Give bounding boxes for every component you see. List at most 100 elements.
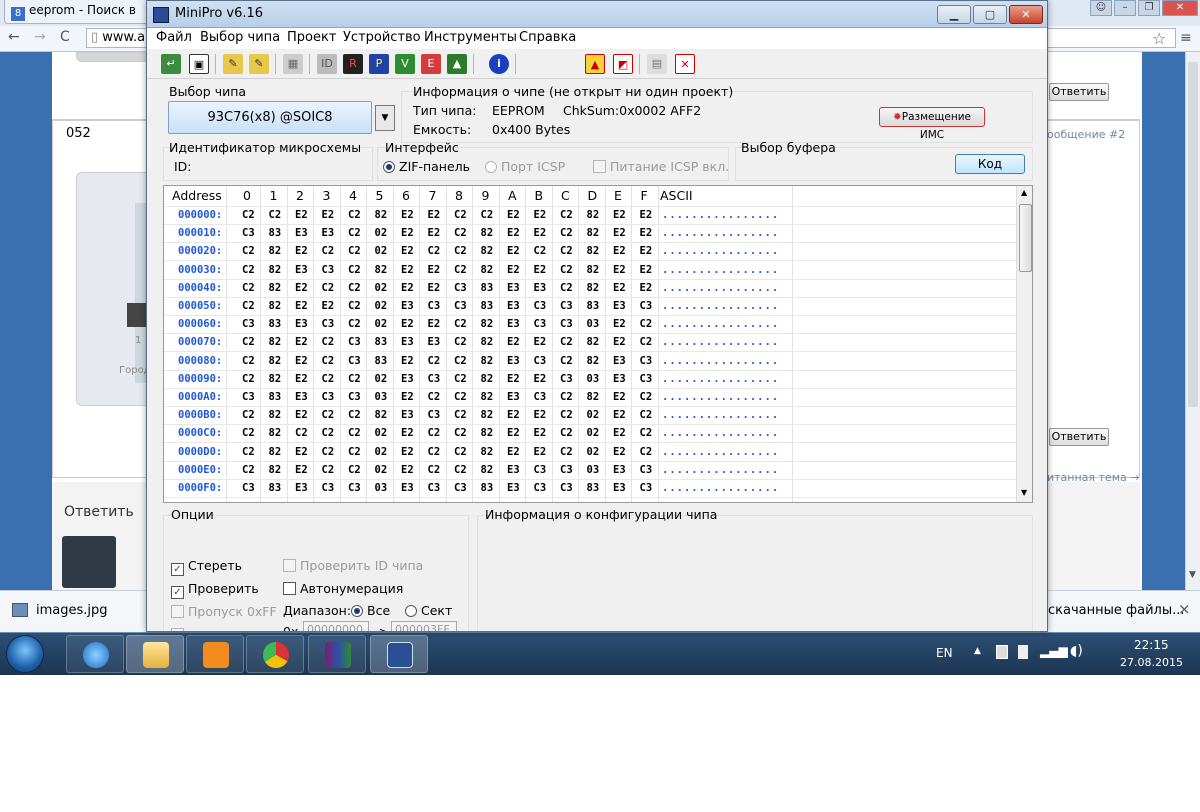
- hex-byte[interactable]: C2: [560, 391, 573, 403]
- bookmark-star-icon[interactable]: ☆: [1152, 29, 1166, 48]
- hex-byte[interactable]: C3: [428, 409, 441, 421]
- hex-byte[interactable]: C2: [454, 227, 467, 239]
- hex-byte[interactable]: E2: [295, 336, 308, 348]
- hex-row[interactable]: 0000A0: C3 83 E3 C3 C3 03 E2 C2 C2 82 E3 C3 C2 82 E2 C2.…: [164, 389, 1016, 407]
- hex-byte[interactable]: C2: [322, 464, 335, 476]
- back-arrow-icon[interactable]: ←: [8, 29, 20, 45]
- hex-row[interactable]: 000050: C2 82 E2 E2 C2 02 E3 C3 C3 83 E3 C3 C3 83 E3 C3.…: [164, 298, 1016, 316]
- hex-byte[interactable]: E3: [613, 300, 626, 312]
- close-icon[interactable]: ✕: [1009, 5, 1043, 24]
- hex-byte[interactable]: E3: [295, 482, 308, 494]
- hex-byte[interactable]: C3: [534, 391, 547, 403]
- hex-row[interactable]: 000040: C2 82 E2 C2 C2 02 E2 E2 C3 83 E3 E3 C2 82 E2 E2.…: [164, 280, 1016, 298]
- code-buffer-button[interactable]: Код: [955, 154, 1025, 174]
- chip-dropdown-arrow-icon[interactable]: ▼: [375, 105, 395, 131]
- hex-byte[interactable]: E2: [428, 227, 441, 239]
- hex-byte[interactable]: E3: [507, 391, 520, 403]
- hex-byte[interactable]: C2: [454, 373, 467, 385]
- action-center-icon[interactable]: [996, 645, 1008, 659]
- hex-byte[interactable]: 82: [481, 227, 494, 239]
- hex-byte[interactable]: C3: [640, 464, 653, 476]
- chip-select-button[interactable]: 93C76(x8) @SOIC8: [168, 101, 372, 134]
- hex-byte[interactable]: 83: [269, 227, 282, 239]
- hex-byte[interactable]: E2: [401, 282, 414, 294]
- menu-tools[interactable]: Инструменты: [424, 30, 517, 45]
- hex-byte[interactable]: 83: [375, 336, 388, 348]
- hex-byte[interactable]: 82: [269, 336, 282, 348]
- chrome-icon[interactable]: [246, 635, 304, 673]
- hex-byte[interactable]: 82: [587, 336, 600, 348]
- hex-byte[interactable]: C3: [242, 318, 255, 330]
- user-icon[interactable]: ☺: [1090, 0, 1112, 16]
- hex-byte[interactable]: C2: [560, 446, 573, 458]
- browser-scroll-down-icon[interactable]: ▼: [1189, 570, 1196, 580]
- clock-date[interactable]: 27.08.2015: [1120, 656, 1183, 669]
- calculator-icon[interactable]: ▦: [283, 54, 303, 74]
- hex-row[interactable]: 000070: C2 82 E2 C2 C3 83 E3 E3 C2 82 E2 E2 C2 82 E2 C2.…: [164, 334, 1016, 353]
- erase-checkbox[interactable]: ✓ Стереть: [171, 558, 242, 576]
- hex-byte[interactable]: C2: [242, 282, 255, 294]
- hex-byte[interactable]: C3: [560, 300, 573, 312]
- hex-byte[interactable]: 82: [375, 264, 388, 276]
- hex-byte[interactable]: E3: [507, 464, 520, 476]
- hex-byte[interactable]: C2: [454, 245, 467, 257]
- hex-byte[interactable]: C2: [348, 264, 361, 276]
- hex-byte[interactable]: C2: [454, 391, 467, 403]
- hex-byte[interactable]: E2: [534, 227, 547, 239]
- hex-byte[interactable]: 82: [481, 245, 494, 257]
- hex-byte[interactable]: E3: [401, 373, 414, 385]
- browser-minimize-icon[interactable]: –: [1114, 0, 1136, 16]
- hex-byte[interactable]: E2: [428, 282, 441, 294]
- hex-byte[interactable]: 02: [587, 409, 600, 421]
- hex-byte[interactable]: C3: [454, 482, 467, 494]
- hex-byte[interactable]: E3: [428, 336, 441, 348]
- hex-byte[interactable]: 82: [481, 409, 494, 421]
- hex-byte[interactable]: 83: [269, 482, 282, 494]
- open-file-icon[interactable]: ↵: [161, 54, 181, 74]
- menu-device[interactable]: Устройство: [343, 30, 421, 45]
- hex-byte[interactable]: 82: [587, 282, 600, 294]
- hex-byte[interactable]: 82: [481, 427, 494, 439]
- hex-byte[interactable]: 02: [375, 300, 388, 312]
- hex-byte[interactable]: C2: [428, 355, 441, 367]
- hex-byte[interactable]: C3: [348, 391, 361, 403]
- hex-byte[interactable]: C2: [560, 409, 573, 421]
- hex-byte[interactable]: C3: [454, 282, 467, 294]
- hex-byte[interactable]: E2: [507, 446, 520, 458]
- menu-project[interactable]: Проект: [287, 30, 336, 45]
- menu-chip-select[interactable]: Выбор чипа: [200, 30, 280, 45]
- save-icon[interactable]: ▣: [189, 54, 209, 74]
- hex-byte[interactable]: E2: [613, 409, 626, 421]
- hex-byte[interactable]: 82: [269, 409, 282, 421]
- icsp-radio[interactable]: Порт ICSP: [485, 159, 565, 174]
- icsp-power-checkbox[interactable]: Питание ICSP вкл.: [593, 159, 729, 174]
- hex-row[interactable]: 000010: C3 83 E3 E3 C2 02 E2 E2 C2 82 E2 E2 C2 82 E2 E2.…: [164, 225, 1016, 244]
- hex-byte[interactable]: E2: [613, 336, 626, 348]
- hex-byte[interactable]: E2: [428, 264, 441, 276]
- hex-byte[interactable]: C2: [428, 245, 441, 257]
- hex-byte[interactable]: E3: [534, 282, 547, 294]
- hidden-option-checkbox[interactable]: [171, 627, 188, 631]
- hex-byte[interactable]: C2: [242, 409, 255, 421]
- hex-byte[interactable]: C3: [242, 482, 255, 494]
- hex-byte[interactable]: 82: [269, 446, 282, 458]
- hex-byte[interactable]: E3: [322, 227, 335, 239]
- hex-byte[interactable]: C2: [322, 336, 335, 348]
- hex-byte[interactable]: E2: [401, 264, 414, 276]
- start-button-icon[interactable]: [6, 635, 44, 673]
- hex-row[interactable]: 0000F0: C3 83 E3 C3 C3 03 E3 C3 C3 83 E3 C3 C3 83 E3 C3.…: [164, 480, 1016, 498]
- hex-byte[interactable]: E3: [295, 264, 308, 276]
- hex-byte[interactable]: C2: [322, 373, 335, 385]
- hex-byte[interactable]: E2: [295, 245, 308, 257]
- hex-byte[interactable]: C3: [322, 264, 335, 276]
- hex-byte[interactable]: 83: [375, 355, 388, 367]
- hex-byte[interactable]: C3: [560, 464, 573, 476]
- browser-restore-icon[interactable]: ❐: [1138, 0, 1160, 16]
- hex-byte[interactable]: 82: [481, 264, 494, 276]
- hex-byte[interactable]: E2: [295, 409, 308, 421]
- hex-byte[interactable]: E3: [401, 300, 414, 312]
- hex-byte[interactable]: E3: [507, 355, 520, 367]
- check-id-checkbox[interactable]: Проверить ID чипа: [283, 558, 423, 573]
- hex-byte[interactable]: E2: [401, 209, 414, 221]
- read-id-icon[interactable]: ID: [317, 54, 337, 74]
